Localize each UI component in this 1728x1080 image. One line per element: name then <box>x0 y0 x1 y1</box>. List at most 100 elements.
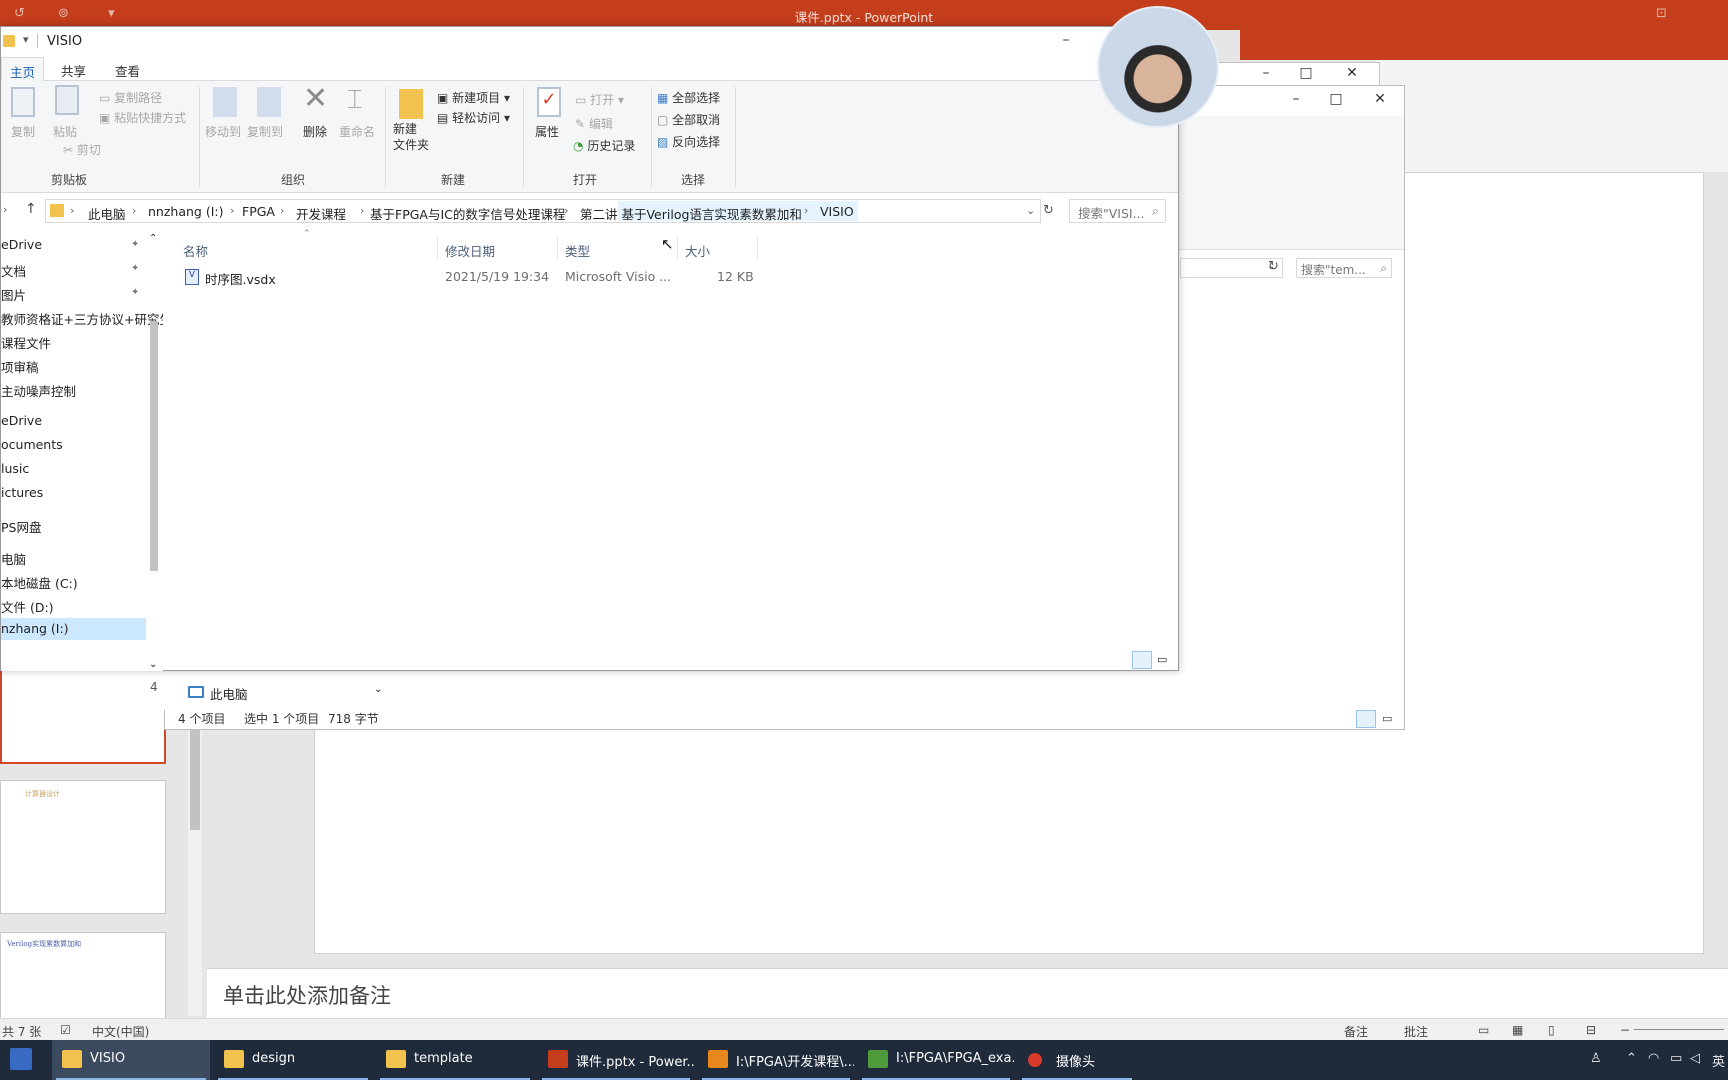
history-dropdown-icon[interactable]: ⌄ <box>1026 204 1035 217</box>
new-folder-button[interactable]: 新建 文件夹 <box>393 121 429 153</box>
back-icon[interactable]: › <box>3 203 7 216</box>
notes-pane[interactable]: 单击此处添加备注 <box>207 968 1728 1018</box>
copy-button[interactable]: 复制 <box>11 123 35 140</box>
scroll-down-icon[interactable]: ⌄ <box>374 684 382 695</box>
rename-button[interactable]: 重命名 <box>339 123 375 140</box>
nav-item-review[interactable]: 项审稿 <box>1 357 39 376</box>
edit-button[interactable]: ✎ 编辑 <box>575 115 613 132</box>
wifi-icon[interactable]: ◠ <box>1648 1051 1659 1066</box>
nav-item-course-files[interactable]: 课程文件 <box>1 333 51 352</box>
comments-toggle[interactable]: 批注 <box>1404 1023 1428 1040</box>
refresh-icon[interactable]: ↻ <box>1043 203 1054 218</box>
breadcrumb-this-pc[interactable]: 此电脑 <box>88 204 126 223</box>
address-bar[interactable]: › 此电脑 › nnzhang (I:) › FPGA › 开发课程 › 基于F… <box>45 199 1041 223</box>
details-view-icon[interactable] <box>1132 651 1152 669</box>
easy-access-button[interactable]: ▤ 轻松访问 ▾ <box>437 109 510 126</box>
copy-path-button[interactable]: ▭ 复制路径 <box>99 89 162 106</box>
taskbar-item-design[interactable]: design <box>214 1040 372 1080</box>
spellcheck-icon[interactable]: ☑ <box>60 1023 71 1037</box>
up-icon[interactable]: ↑ <box>25 201 37 217</box>
taskbar-item-camera[interactable]: 摄像头 <box>1018 1040 1136 1080</box>
ribbon-display-icon[interactable]: ⊡ <box>1656 6 1667 21</box>
input-language[interactable]: 英 <box>1712 1051 1725 1070</box>
nav-item-drive-d[interactable]: 文件 (D:) <box>1 597 54 616</box>
zoom-slider[interactable] <box>1634 1029 1724 1030</box>
breadcrumb-visio[interactable]: VISIO <box>820 204 854 219</box>
nav-item-music[interactable]: lusic <box>1 461 29 476</box>
nav-scrollbar[interactable]: ⌃ ⌄ <box>147 233 161 670</box>
slideshow-icon[interactable]: ⊟ <box>1586 1023 1596 1037</box>
breadcrumb-courses[interactable]: 开发课程 <box>296 204 346 223</box>
breadcrumb-lecture2[interactable]: 第二讲 基于Verilog语言实现素数累加和 <box>580 204 802 223</box>
select-all-button[interactable]: ▦ 全部选择 <box>657 89 720 106</box>
tab-view[interactable]: 查看 <box>107 57 148 81</box>
minimize-icon[interactable]: – <box>1251 65 1281 81</box>
pin-icon[interactable]: ✦ <box>131 263 139 274</box>
language-status[interactable]: 中文(中国) <box>92 1023 149 1040</box>
scroll-up-icon[interactable]: ⌃ <box>149 233 157 244</box>
maximize-icon[interactable]: □ <box>1291 65 1321 81</box>
pin-icon[interactable]: ✦ <box>131 239 139 250</box>
show-hidden-icons-icon[interactable]: ⌃ <box>1626 1051 1637 1066</box>
taskbar-item-editor[interactable]: I:\FPGA\FPGA_exa... <box>858 1040 1014 1080</box>
large-icons-view-icon[interactable]: ▭ <box>1382 712 1392 725</box>
normal-view-icon[interactable]: ▭ <box>1478 1023 1489 1037</box>
properties-button[interactable]: 属性 <box>535 123 559 140</box>
reading-view-icon[interactable]: ▯ <box>1548 1023 1555 1037</box>
close-icon[interactable]: ✕ <box>1365 91 1395 107</box>
nav-item-pictures-2[interactable]: ictures <box>1 485 43 500</box>
store-icon[interactable] <box>10 1048 32 1070</box>
breadcrumb-dsp-course[interactable]: 基于FPGA与IC的数字信号处理课程 <box>370 204 565 223</box>
nav-item-pictures[interactable]: 图片 <box>1 285 26 304</box>
paste-button[interactable]: 粘贴 <box>53 123 77 140</box>
paste-shortcut-button[interactable]: ▣ 粘贴快捷方式 <box>99 109 186 126</box>
select-none-button[interactable]: ▢ 全部取消 <box>657 111 720 128</box>
tab-home[interactable]: 主页 <box>1 57 45 81</box>
open-button[interactable]: ▭ 打开 ▾ <box>575 91 624 108</box>
volume-icon[interactable]: ◁ <box>1690 1051 1700 1066</box>
slide-thumbnail[interactable]: Verilog实现累数算加和 <box>0 932 166 1026</box>
refresh-icon[interactable]: ↻ <box>1268 259 1279 274</box>
nav-item-onedrive-2[interactable]: eDrive <box>1 413 42 428</box>
breadcrumb-fpga[interactable]: FPGA <box>242 204 275 219</box>
minimize-icon[interactable]: – <box>1281 91 1311 107</box>
details-view-icon[interactable] <box>1356 710 1376 728</box>
slide-sorter-icon[interactable]: ▦ <box>1512 1023 1523 1037</box>
nav-item-this-pc[interactable]: 电脑 <box>1 549 26 568</box>
scrollbar-thumb[interactable] <box>150 321 158 571</box>
nav-item-documents[interactable]: 文档 <box>1 261 26 280</box>
taskbar-item-template[interactable]: template <box>376 1040 534 1080</box>
quick-access-dropdown-icon[interactable]: ▾ <box>23 33 29 46</box>
move-to-button[interactable]: 移动到 <box>205 123 241 140</box>
new-item-button[interactable]: ▣ 新建项目 ▾ <box>437 89 510 106</box>
history-button[interactable]: ◔ 历史记录 <box>573 137 635 154</box>
tab-share[interactable]: 共享 <box>53 57 94 81</box>
search-input[interactable]: 搜索"VISI... ⌕ <box>1069 199 1166 223</box>
invert-selection-button[interactable]: ▨ 反向选择 <box>657 133 720 150</box>
search-input[interactable]: 搜索"tem... ⌕ <box>1296 258 1392 278</box>
minimize-icon[interactable]: – <box>1051 32 1081 48</box>
battery-icon[interactable]: ▭ <box>1670 1051 1682 1066</box>
close-icon[interactable]: ✕ <box>1337 65 1367 81</box>
notes-toggle[interactable]: 备注 <box>1344 1023 1368 1040</box>
taskbar-item-visio[interactable]: VISIO <box>52 1040 210 1080</box>
nav-item-drive-i[interactable]: nzhang (I:) <box>1 618 146 640</box>
user-icon[interactable]: ♙ <box>1590 1051 1602 1066</box>
copy-to-button[interactable]: 复制到 <box>247 123 283 140</box>
breadcrumb-drive[interactable]: nnzhang (I:) <box>148 204 223 219</box>
nav-item-noise-control[interactable]: 主动噪声控制 <box>1 381 76 400</box>
large-icons-view-icon[interactable]: ▭ <box>1157 653 1167 666</box>
cut-button[interactable]: ✂ 剪切 <box>63 141 101 158</box>
nav-item-onedrive[interactable]: eDrive <box>1 237 42 252</box>
nav-item-drive-c[interactable]: 本地磁盘 (C:) <box>1 573 78 592</box>
taskbar-item-powerpoint[interactable]: 课件.pptx - Power... <box>538 1040 694 1080</box>
pin-icon[interactable]: ✦ <box>131 287 139 298</box>
maximize-icon[interactable]: □ <box>1321 91 1351 107</box>
nav-item-wps-cloud[interactable]: PS网盘 <box>1 517 41 536</box>
nav-item-documents-2[interactable]: ocuments <box>1 437 63 452</box>
scroll-down-icon[interactable]: ⌄ <box>149 659 157 670</box>
taskbar-item-sublime[interactable]: I:\FPGA\开发课程\... <box>698 1040 854 1080</box>
delete-button[interactable]: 删除 <box>303 123 327 140</box>
nav-item-this-pc[interactable]: 此电脑 <box>210 684 248 703</box>
zoom-out-icon[interactable]: − <box>1620 1023 1630 1037</box>
